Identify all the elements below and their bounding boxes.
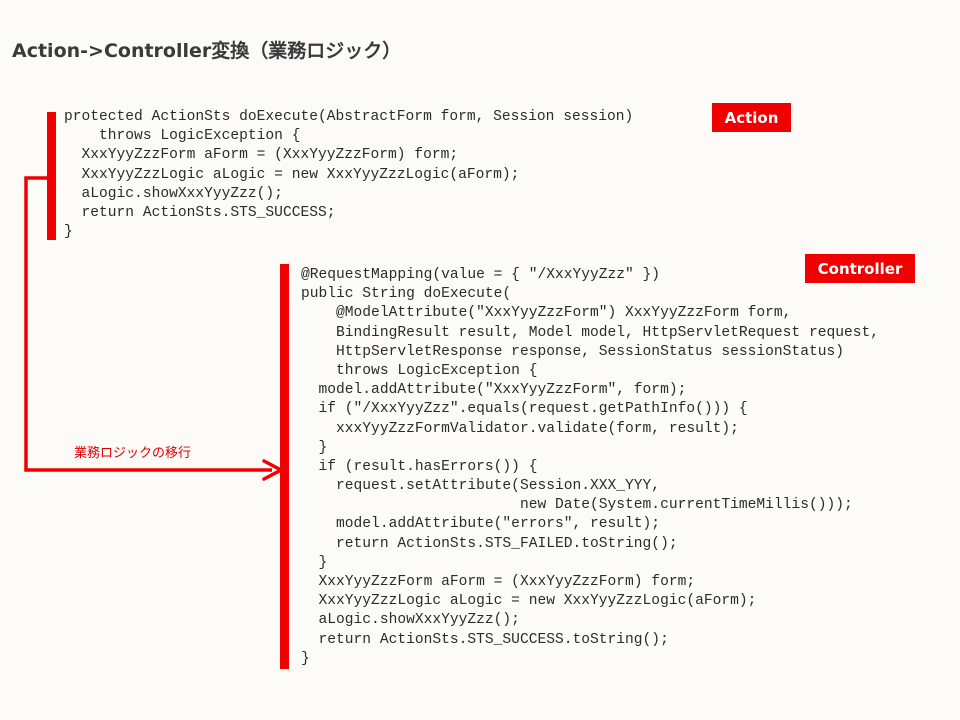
code-line: XxxYyyZzzLogic aLogic = new XxxYyyZzzLog… xyxy=(301,593,757,610)
code-line: xxxYyyZzzFormValidator.validate(form, re… xyxy=(301,420,739,437)
code-line: if (result.hasErrors()) { xyxy=(301,458,538,475)
code-line: return ActionSts.STS_FAILED.toString(); xyxy=(301,535,678,552)
code-line: XxxYyyZzzForm aForm = (XxxYyyZzzForm) fo… xyxy=(301,574,696,590)
code-line: model.addAttribute("XxxYyyZzzForm", form… xyxy=(301,382,687,399)
code-line: if ("/XxxYyyZzz".equals(request.getPathI… xyxy=(301,401,748,418)
code-line: } xyxy=(64,224,73,241)
code-line: HttpServletResponse response, SessionSta… xyxy=(301,343,844,360)
code-line: BindingResult result, Model model, HttpS… xyxy=(301,324,880,341)
code-line: throws LogicException { xyxy=(301,362,538,379)
action-code-block: protected ActionSts doExecute(AbstractFo… xyxy=(64,108,633,242)
code-line: } xyxy=(301,439,328,456)
code-line: } xyxy=(301,650,310,667)
code-line: @ModelAttribute("XxxYyyZzzForm") XxxYyyZ… xyxy=(301,305,792,322)
code-line: XxxYyyZzzForm aForm = (XxxYyyZzzForm) fo… xyxy=(64,147,459,164)
action-tag: Action xyxy=(712,103,791,132)
code-line: XxxYyyZzzLogic aLogic = new XxxYyyZzzLog… xyxy=(64,166,520,183)
code-line: @RequestMapping(value = { "/XxxYyyZzz" }… xyxy=(301,267,661,283)
controller-bracket-bar xyxy=(280,264,289,669)
code-line: } xyxy=(301,554,328,571)
code-line: model.addAttribute("errors", result); xyxy=(301,516,661,533)
code-line: aLogic.showXxxYyyZzz(); xyxy=(301,612,520,629)
code-line: request.setAttribute(Session.XXX_YYY, xyxy=(301,478,661,495)
controller-code-block: @RequestMapping(value = { "/XxxYyyZzz" }… xyxy=(301,266,879,669)
action-bracket-bar xyxy=(47,112,56,240)
code-line: aLogic.showXxxYyyZzz(); xyxy=(64,185,283,202)
code-line: return ActionSts.STS_SUCCESS.toString(); xyxy=(301,631,669,648)
code-line: protected ActionSts doExecute(AbstractFo… xyxy=(64,109,634,125)
code-line: throws LogicException { xyxy=(64,128,301,145)
code-line: return ActionSts.STS_SUCCESS; xyxy=(64,204,336,221)
migration-arrow-label: 業務ロジックの移行 xyxy=(74,446,192,461)
code-line: public String doExecute( xyxy=(301,286,512,303)
code-line: new Date(System.currentTimeMillis())); xyxy=(301,497,853,514)
